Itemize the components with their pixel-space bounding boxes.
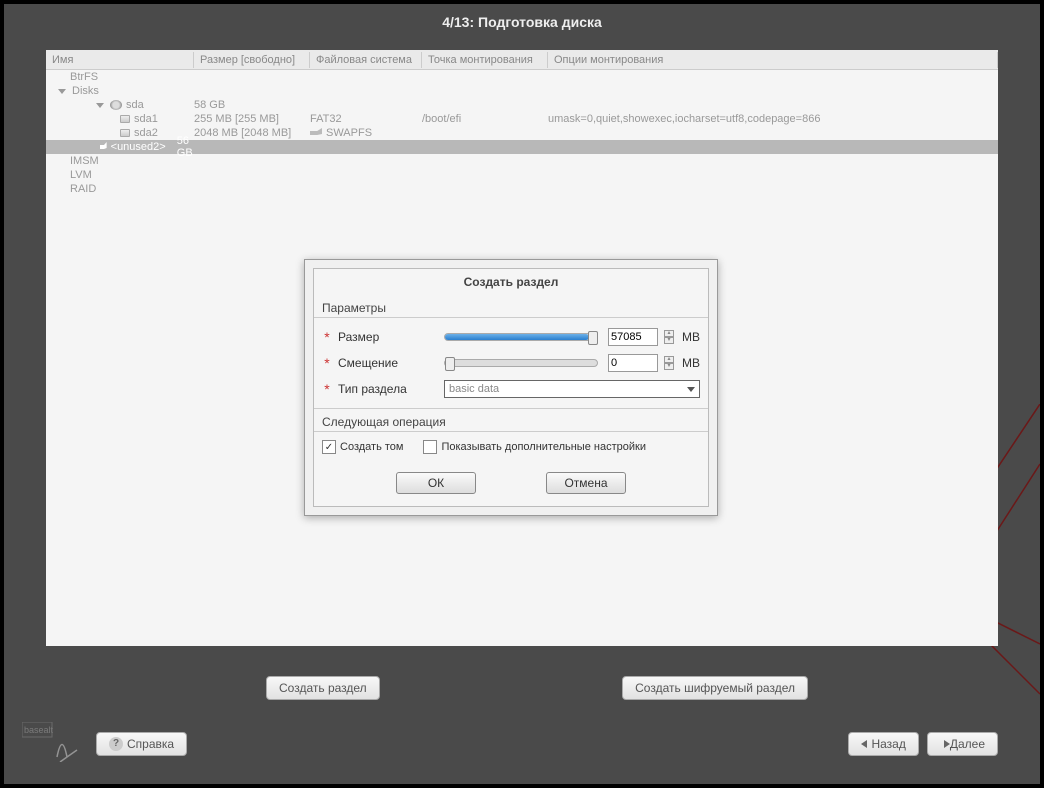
type-label: Тип раздела [338,382,438,396]
size-spinner[interactable]: ▴▾ [664,330,676,344]
tree-row-disks[interactable]: Disks [46,84,998,98]
tree-label: RAID [46,183,194,195]
create-volume-checkbox[interactable]: ✓ [322,440,336,454]
size-slider[interactable] [444,333,598,341]
help-label: Справка [127,737,174,751]
tree-row-raid[interactable]: RAID [46,182,998,196]
cancel-button[interactable]: Отмена [546,472,626,494]
required-icon: * [322,355,332,371]
dialog-title: Создать раздел [314,269,708,295]
page-title: 4/13: Подготовка диска [4,4,1040,40]
size-unit: MB [682,330,700,344]
size-row: * Размер ▴▾ MB [322,324,700,350]
create-encrypted-partition-button[interactable]: Создать шифруемый раздел [622,676,808,700]
tree-row-sda1[interactable]: sda1 255 MB [255 MB] FAT32 /boot/efi uma… [46,112,998,126]
tree-label: BtrFS [46,71,194,83]
params-section-label: Параметры [314,295,708,317]
col-size[interactable]: Размер [свободно] [194,52,310,68]
tree-label: sda [126,99,144,111]
size-cell: 58 GB [194,99,310,111]
size-input[interactable] [608,328,658,346]
tree-row-sda[interactable]: sda 58 GB [46,98,998,112]
svg-text:basealt: basealt [24,725,54,735]
show-advanced-checkbox[interactable] [423,440,437,454]
col-name[interactable]: Имя [46,52,194,68]
type-row: * Тип раздела basic data [322,376,700,402]
wrench-icon [100,142,107,152]
partition-icon [120,115,130,123]
arrow-left-icon [861,740,867,748]
size-cell: 255 MB [255 MB] [194,113,310,125]
col-mount[interactable]: Точка монтирования [422,52,548,68]
size-label: Размер [338,330,438,344]
offset-slider[interactable] [444,359,598,367]
ok-button[interactable]: ОК [396,472,476,494]
tree-label: <unused2> [111,141,166,153]
create-volume-label: Создать том [340,441,403,453]
disk-icon [110,100,122,110]
type-value: basic data [449,383,499,395]
back-label: Назад [871,737,905,751]
mount-cell: /boot/efi [422,113,548,125]
offset-input[interactable] [608,354,658,372]
distro-logo: basealt [22,722,82,762]
create-partition-button[interactable]: Создать раздел [266,676,380,700]
next-button[interactable]: Далее [927,732,998,756]
fs-cell: SWAPFS [326,127,372,139]
tree-row-unused[interactable]: <unused2> 56 GB [46,140,998,154]
fs-cell: FAT32 [310,113,422,125]
tree-row-btrfs[interactable]: BtrFS [46,70,998,84]
offset-spinner[interactable]: ▴▾ [664,356,676,370]
required-icon: * [322,381,332,397]
tree-header: Имя Размер [свободно] Файловая система Т… [46,50,998,70]
tree-label: IMSM [46,155,194,167]
slider-thumb[interactable] [445,357,455,371]
chevron-down-icon [687,387,695,392]
show-advanced-label: Показывать дополнительные настройки [441,441,646,453]
expander-icon[interactable] [58,89,66,94]
tree-label: sda1 [134,113,158,125]
next-op-label: Следующая операция [314,409,708,431]
help-button[interactable]: ? Справка [96,732,187,756]
expander-icon[interactable] [96,103,104,108]
tree-row-imsm[interactable]: IMSM [46,154,998,168]
required-icon: * [322,329,332,345]
next-label: Далее [950,737,985,751]
tree-label: Disks [72,85,99,97]
create-partition-dialog: Создать раздел Параметры * Размер ▴▾ MB … [304,259,718,516]
offset-label: Смещение [338,356,438,370]
wrench-icon [310,128,322,138]
col-opts[interactable]: Опции монтирования [548,52,998,68]
size-cell: 2048 MB [2048 MB] [194,127,310,139]
slider-thumb[interactable] [588,331,598,345]
type-select[interactable]: basic data [444,380,700,398]
help-icon: ? [109,737,123,751]
col-fs[interactable]: Файловая система [310,52,422,68]
offset-unit: MB [682,356,700,370]
opts-cell: umask=0,quiet,showexec,iocharset=utf8,co… [548,113,998,125]
tree-row-lvm[interactable]: LVM [46,168,998,182]
offset-row: * Смещение ▴▾ MB [322,350,700,376]
back-button[interactable]: Назад [848,732,918,756]
tree-label: LVM [46,169,194,181]
